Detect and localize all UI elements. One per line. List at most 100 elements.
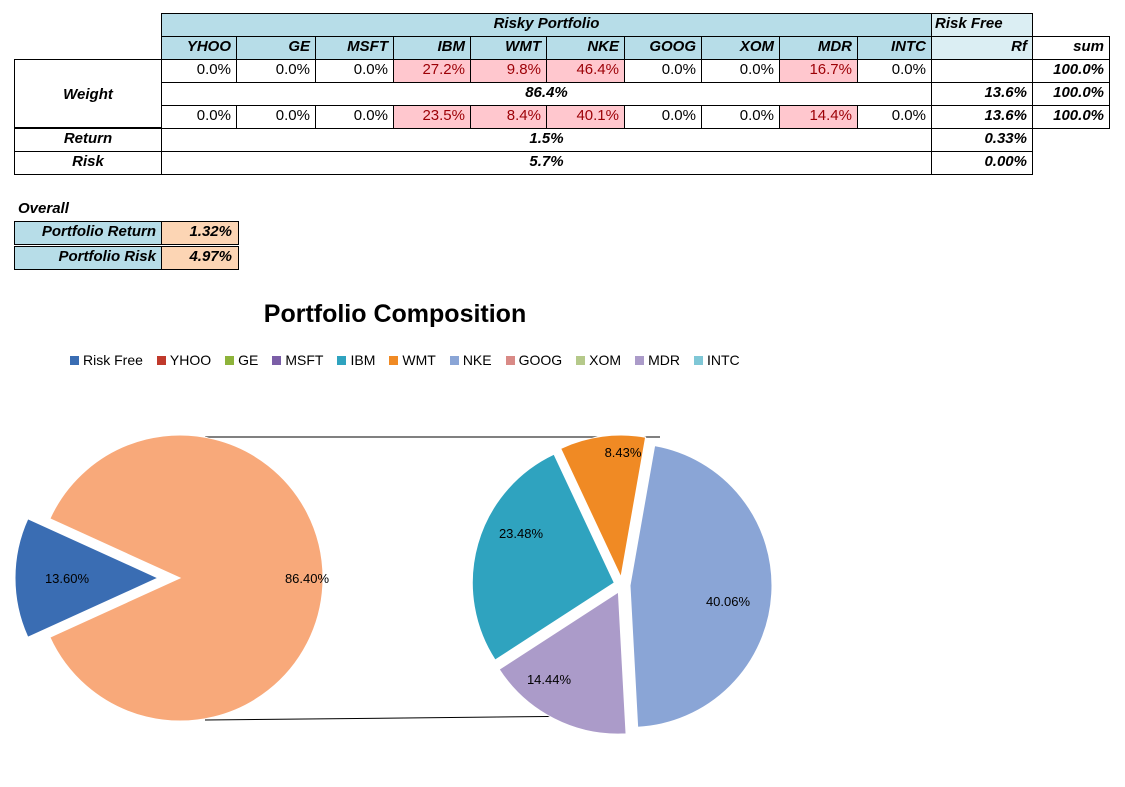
- return-rf: 0.33%: [931, 128, 1033, 152]
- connector-line: [204, 715, 601, 721]
- risk-free-header: Risk Free: [931, 13, 1033, 37]
- legend-swatch: [156, 355, 166, 365]
- weight-row1-ibm: 27.2%: [393, 59, 471, 83]
- weight-row1-ge: 0.0%: [236, 59, 316, 83]
- data-label-risk-free: 13.60%: [45, 571, 90, 586]
- data-label-wmt: 8.43%: [605, 445, 642, 460]
- col-header-intc: INTC: [857, 36, 932, 60]
- legend-label: XOM: [589, 352, 622, 368]
- weight-row3-ge: 0.0%: [236, 105, 316, 129]
- portfolio-risk-label: Portfolio Risk: [14, 246, 162, 270]
- weight-row3-goog: 0.0%: [624, 105, 702, 129]
- weight-row1-goog: 0.0%: [624, 59, 702, 83]
- legend-item-ge: GE: [225, 352, 258, 368]
- legend-swatch: [576, 355, 586, 365]
- legend-item-xom: XOM: [576, 352, 621, 368]
- weight-row3-intc: 0.0%: [857, 105, 932, 129]
- legend-label: WMT: [402, 352, 436, 368]
- weight-row2-rf: 13.6%: [931, 82, 1033, 106]
- sub-pie-slice-nke: [629, 445, 773, 728]
- legend-swatch: [225, 355, 235, 365]
- risk-label: Risk: [14, 151, 162, 175]
- col-header-msft: MSFT: [315, 36, 394, 60]
- legend-swatch: [389, 355, 399, 365]
- legend-swatch: [635, 355, 645, 365]
- legend-label: NKE: [462, 352, 492, 368]
- overall-title: Overall: [18, 200, 69, 217]
- col-header-goog: GOOG: [624, 36, 702, 60]
- legend-swatch: [272, 355, 282, 365]
- legend-item-intc: INTC: [693, 352, 740, 368]
- legend-label: GE: [238, 352, 259, 368]
- weight-row1-yhoo: 0.0%: [161, 59, 237, 83]
- legend-label: GOOG: [518, 352, 563, 368]
- col-header-xom: XOM: [701, 36, 780, 60]
- col-header-wmt: WMT: [470, 36, 547, 60]
- portfolio-return-label: Portfolio Return: [14, 221, 162, 245]
- weight-row3-mdr: 14.4%: [779, 105, 858, 129]
- legend-label: YHOO: [169, 352, 212, 368]
- legend-label: Risk Free: [83, 352, 143, 368]
- weight-row3-xom: 0.0%: [701, 105, 780, 129]
- data-label-nke: 40.06%: [706, 594, 751, 609]
- weight-row1-msft: 0.0%: [315, 59, 394, 83]
- sub-pie-slice-wmt: [559, 434, 647, 579]
- legend-item-nke: NKE: [449, 352, 492, 368]
- legend-item-risk-free: Risk Free: [70, 352, 143, 368]
- legend-item-goog: GOOG: [505, 352, 563, 368]
- legend-label: MSFT: [285, 352, 324, 368]
- weight-row1-rf: [931, 59, 1033, 83]
- risk-risky: 5.7%: [161, 151, 932, 175]
- weight-row2-sum: 100.0%: [1032, 82, 1110, 106]
- weight-row1-intc: 0.0%: [857, 59, 932, 83]
- weight-row1-sum: 100.0%: [1032, 59, 1110, 83]
- legend-swatch: [70, 355, 79, 365]
- col-header-ibm: IBM: [393, 36, 471, 60]
- col-header-rf: Rf: [931, 36, 1033, 60]
- legend-label: IBM: [350, 352, 376, 368]
- weight-row3-wmt: 8.4%: [470, 105, 547, 129]
- weight-row1-nke: 46.4%: [546, 59, 625, 83]
- risk-rf: 0.00%: [931, 151, 1033, 175]
- col-header-nke: NKE: [546, 36, 625, 60]
- legend-swatch: [449, 355, 459, 365]
- legend-item-msft: MSFT: [272, 352, 323, 368]
- weight-row1-wmt: 9.8%: [470, 59, 547, 83]
- weight-row3-yhoo: 0.0%: [161, 105, 237, 129]
- data-label-ibm: 23.48%: [499, 526, 544, 541]
- weight-label-cell: Weight: [14, 59, 162, 128]
- weight-row1-xom: 0.0%: [701, 59, 780, 83]
- legend-item-ibm: IBM: [337, 352, 375, 368]
- legend-item-yhoo: YHOO: [156, 352, 212, 368]
- col-header-ge: GE: [236, 36, 316, 60]
- weight-row2-risky: 86.4%: [161, 82, 932, 106]
- col-header-sum: sum: [1032, 36, 1110, 60]
- legend-item-wmt: WMT: [389, 352, 436, 368]
- weight-row1-mdr: 16.7%: [779, 59, 858, 83]
- legend-label: MDR: [648, 352, 680, 368]
- data-label-risky: 86.40%: [285, 571, 330, 586]
- weight-row3-ibm: 23.5%: [393, 105, 471, 129]
- legend-swatch: [505, 355, 515, 365]
- legend-label: INTC: [706, 352, 740, 368]
- sub-pie-slice-mdr: [498, 591, 627, 735]
- return-risky: 1.5%: [161, 128, 932, 152]
- weight-row3-nke: 40.1%: [546, 105, 625, 129]
- weight-row3-msft: 0.0%: [315, 105, 394, 129]
- pie-slice-risk-free: [14, 518, 160, 638]
- sub-pie-slice-ibm: [471, 453, 615, 661]
- weight-row3-rf: 13.6%: [931, 105, 1033, 129]
- legend-swatch: [693, 355, 703, 365]
- legend-item-mdr: MDR: [635, 352, 680, 368]
- data-label-mdr: 14.44%: [527, 672, 572, 687]
- pie-slice-risky: [49, 434, 324, 722]
- portfolio-risk-value: 4.97%: [161, 246, 239, 270]
- risky-portfolio-header: Risky Portfolio: [161, 13, 932, 37]
- return-label: Return: [14, 128, 162, 152]
- col-header-yhoo: YHOO: [161, 36, 237, 60]
- col-header-mdr: MDR: [779, 36, 858, 60]
- legend-swatch: [337, 355, 347, 365]
- chart-title: Portfolio Composition: [263, 300, 527, 328]
- weight-row3-sum: 100.0%: [1032, 105, 1110, 129]
- portfolio-return-value: 1.32%: [161, 221, 239, 245]
